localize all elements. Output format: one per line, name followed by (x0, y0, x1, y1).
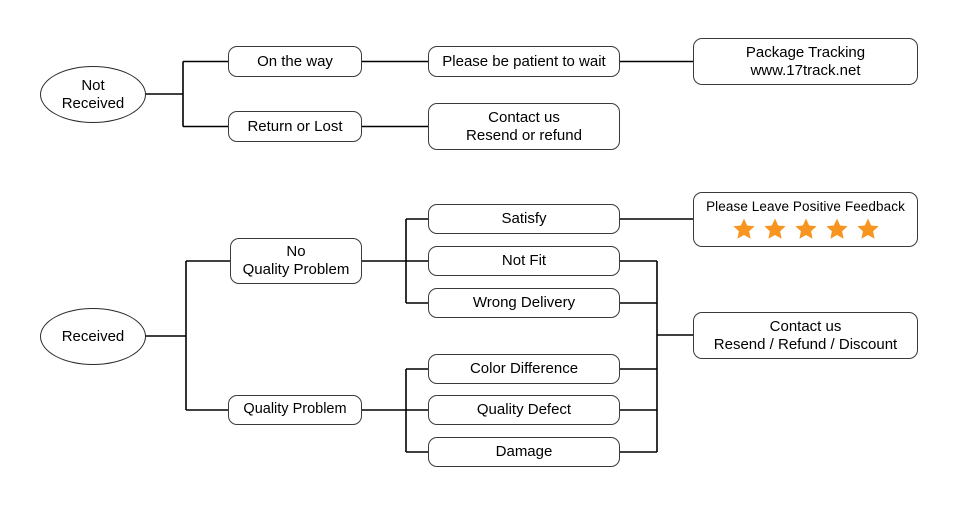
star-icon[interactable] (763, 217, 787, 241)
node-please-be-patient-label: Please be patient to wait (442, 52, 606, 70)
node-contact-discount-line2: Resend / Refund / Discount (713, 335, 898, 353)
node-package-tracking[interactable]: Package Tracking www.17track.net (693, 38, 918, 85)
node-color-difference-label: Color Difference (469, 360, 579, 378)
node-on-the-way[interactable]: On the way (228, 46, 362, 77)
node-not-received[interactable]: Not Received (40, 66, 146, 123)
node-received[interactable]: Received (40, 308, 146, 365)
star-icon[interactable] (794, 217, 818, 241)
node-quality-problem[interactable]: Quality Problem (228, 395, 362, 425)
node-not-fit[interactable]: Not Fit (428, 246, 620, 276)
node-leave-positive-feedback[interactable]: Please Leave Positive Feedback (693, 192, 918, 247)
feedback-title: Please Leave Positive Feedback (706, 198, 905, 214)
node-please-be-patient[interactable]: Please be patient to wait (428, 46, 620, 77)
node-package-tracking-url: www.17track.net (750, 61, 861, 79)
node-color-difference[interactable]: Color Difference (428, 354, 620, 384)
star-icon[interactable] (856, 217, 880, 241)
node-no-quality-problem-line1: No (286, 243, 306, 261)
node-return-or-lost-label: Return or Lost (247, 117, 343, 135)
node-not-fit-label: Not Fit (501, 252, 547, 270)
node-wrong-delivery-label: Wrong Delivery (472, 294, 576, 312)
node-damage-label: Damage (495, 443, 553, 461)
node-contact-resend-refund[interactable]: Contact us Resend or refund (428, 103, 620, 150)
star-rating[interactable] (732, 217, 880, 241)
node-no-quality-problem-line2: Quality Problem (242, 261, 350, 278)
star-icon[interactable] (732, 217, 756, 241)
node-return-or-lost[interactable]: Return or Lost (228, 111, 362, 142)
node-on-the-way-label: On the way (257, 52, 333, 70)
flowchart-canvas: Not Received On the way Return or Lost P… (0, 0, 960, 513)
star-icon[interactable] (825, 217, 849, 241)
node-contact-discount-line1: Contact us (769, 317, 842, 335)
node-wrong-delivery[interactable]: Wrong Delivery (428, 288, 620, 318)
node-satisfy[interactable]: Satisfy (428, 204, 620, 234)
node-contact-resend-refund-line1: Contact us (488, 108, 560, 126)
node-contact-resend-refund-line2: Resend or refund (466, 126, 582, 144)
node-package-tracking-title: Package Tracking (745, 43, 866, 61)
node-damage[interactable]: Damage (428, 437, 620, 467)
node-not-received-line2: Received (61, 94, 125, 112)
node-quality-defect-label: Quality Defect (476, 401, 572, 419)
node-not-received-line1: Not (81, 76, 105, 94)
node-contact-resend-refund-discount[interactable]: Contact us Resend / Refund / Discount (693, 312, 918, 359)
node-satisfy-label: Satisfy (501, 210, 547, 228)
node-no-quality-problem[interactable]: No Quality Problem (230, 238, 362, 284)
node-received-label: Received (61, 327, 125, 345)
node-quality-problem-label: Quality Problem (243, 401, 347, 418)
node-quality-defect[interactable]: Quality Defect (428, 395, 620, 425)
